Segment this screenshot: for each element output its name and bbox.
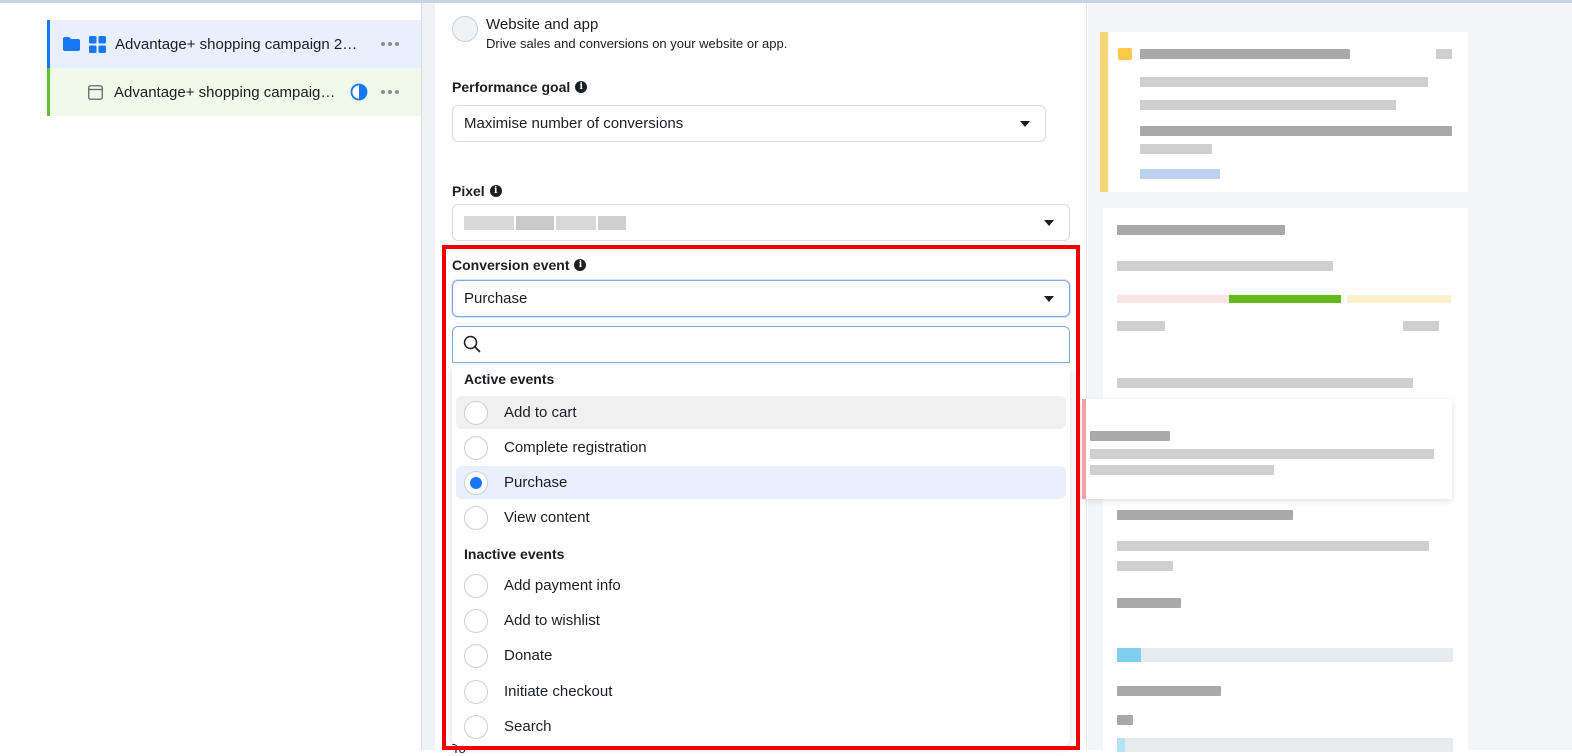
conversion-event-select[interactable]: Purchase [452,280,1070,317]
right-side-panel [1082,3,1572,753]
event-option-search[interactable]: Search [456,710,1066,743]
option-label: Initiate checkout [504,683,613,700]
half-circle-status-icon [350,83,368,105]
radio-button[interactable] [464,643,488,668]
performance-goal-label: Performance goal i [452,79,588,95]
conversion-event-dropdown: Active events Add to cart Complete regis… [452,366,1070,746]
range-bar-high [1347,295,1451,303]
grid-icon [89,35,106,53]
info-icon[interactable]: i [489,185,502,197]
tree-item-campaign[interactable]: Advantage+ shopping campaign 22... [47,20,421,68]
option-title: Website and app [486,16,599,33]
performance-goal-select[interactable]: Maximise number of conversions [452,105,1046,142]
caret-down-icon [1020,121,1030,127]
radio-button[interactable] [464,573,488,598]
option-label: Add to cart [504,404,577,421]
option-label: View content [504,509,590,526]
radio-button[interactable] [464,714,488,739]
option-label: Purchase [504,474,568,491]
option-label: Complete registration [504,439,647,456]
panel-divider[interactable] [421,3,435,750]
ad-set-editor: Website and app Drive sales and conversi… [435,3,1087,756]
search-icon [463,335,482,354]
warning-icon [1118,48,1132,60]
warning-card-redacted [1100,32,1468,192]
event-option-complete-registration[interactable]: Complete registration [456,431,1066,464]
group-heading-active: Active events [464,371,555,387]
option-description: Drive sales and conversions on your webs… [486,36,788,51]
info-icon[interactable]: i [575,81,588,93]
range-bar-low [1117,295,1229,303]
event-search-input[interactable] [488,329,1069,360]
option-label: Add payment info [504,577,621,594]
conversion-location-option[interactable]: Website and app Drive sales and conversi… [452,16,787,51]
event-option-add-to-wishlist[interactable]: Add to wishlist [456,604,1066,637]
pixel-label: Pixel i [452,183,502,199]
group-heading-inactive: Inactive events [464,546,565,562]
caret-down-icon [1044,220,1054,226]
range-bar-mid [1229,295,1341,303]
tree-item-ad-set[interactable]: Advantage+ shopping campaign ... [47,68,421,116]
event-option-purchase[interactable]: Purchase [456,466,1066,499]
option-label: Donate [504,647,553,664]
event-option-view-content[interactable]: View content [456,501,1066,534]
radio-button[interactable] [464,608,488,633]
progress-bar-redacted [1117,648,1453,662]
more-options-icon[interactable] [381,20,399,68]
info-icon[interactable]: i [574,259,587,271]
event-option-add-to-cart[interactable]: Add to cart [456,396,1066,429]
campaign-tree: Advantage+ shopping campaign 22... Advan… [47,20,421,116]
tooltip-card-redacted [1082,399,1452,499]
pixel-select[interactable] [452,204,1070,241]
conversion-event-value: Purchase [464,290,528,307]
ad-set-name: Advantage+ shopping campaign ... [114,83,342,101]
radio-button-checked[interactable] [464,470,488,495]
event-option-initiate-checkout[interactable]: Initiate checkout [456,675,1066,708]
conversion-event-label: Conversion event i [452,257,587,273]
conversion-event-label-text: Conversion event [452,257,570,273]
event-option-add-payment-info[interactable]: Add payment info [456,569,1066,602]
event-search-field[interactable] [452,326,1070,363]
pixel-value-redacted [464,215,626,230]
warning-accent-bar [1100,32,1108,192]
radio-button[interactable] [464,505,488,530]
more-options-icon[interactable] [381,68,399,116]
radio-button[interactable] [464,679,488,704]
radio-website-and-app[interactable] [452,16,478,42]
radio-button[interactable] [464,400,488,425]
radio-button[interactable] [464,435,488,460]
pixel-label-text: Pixel [452,183,485,199]
folder-icon [62,36,81,52]
event-option-donate[interactable]: Donate [456,639,1066,672]
option-label: Search [504,718,552,735]
caret-down-icon [1044,296,1054,302]
ad-set-icon [88,84,103,100]
performance-goal-value: Maximise number of conversions [464,115,684,132]
campaign-name: Advantage+ shopping campaign 22... [115,35,360,53]
option-label: Add to wishlist [504,612,600,629]
performance-goal-label-text: Performance goal [452,79,571,95]
